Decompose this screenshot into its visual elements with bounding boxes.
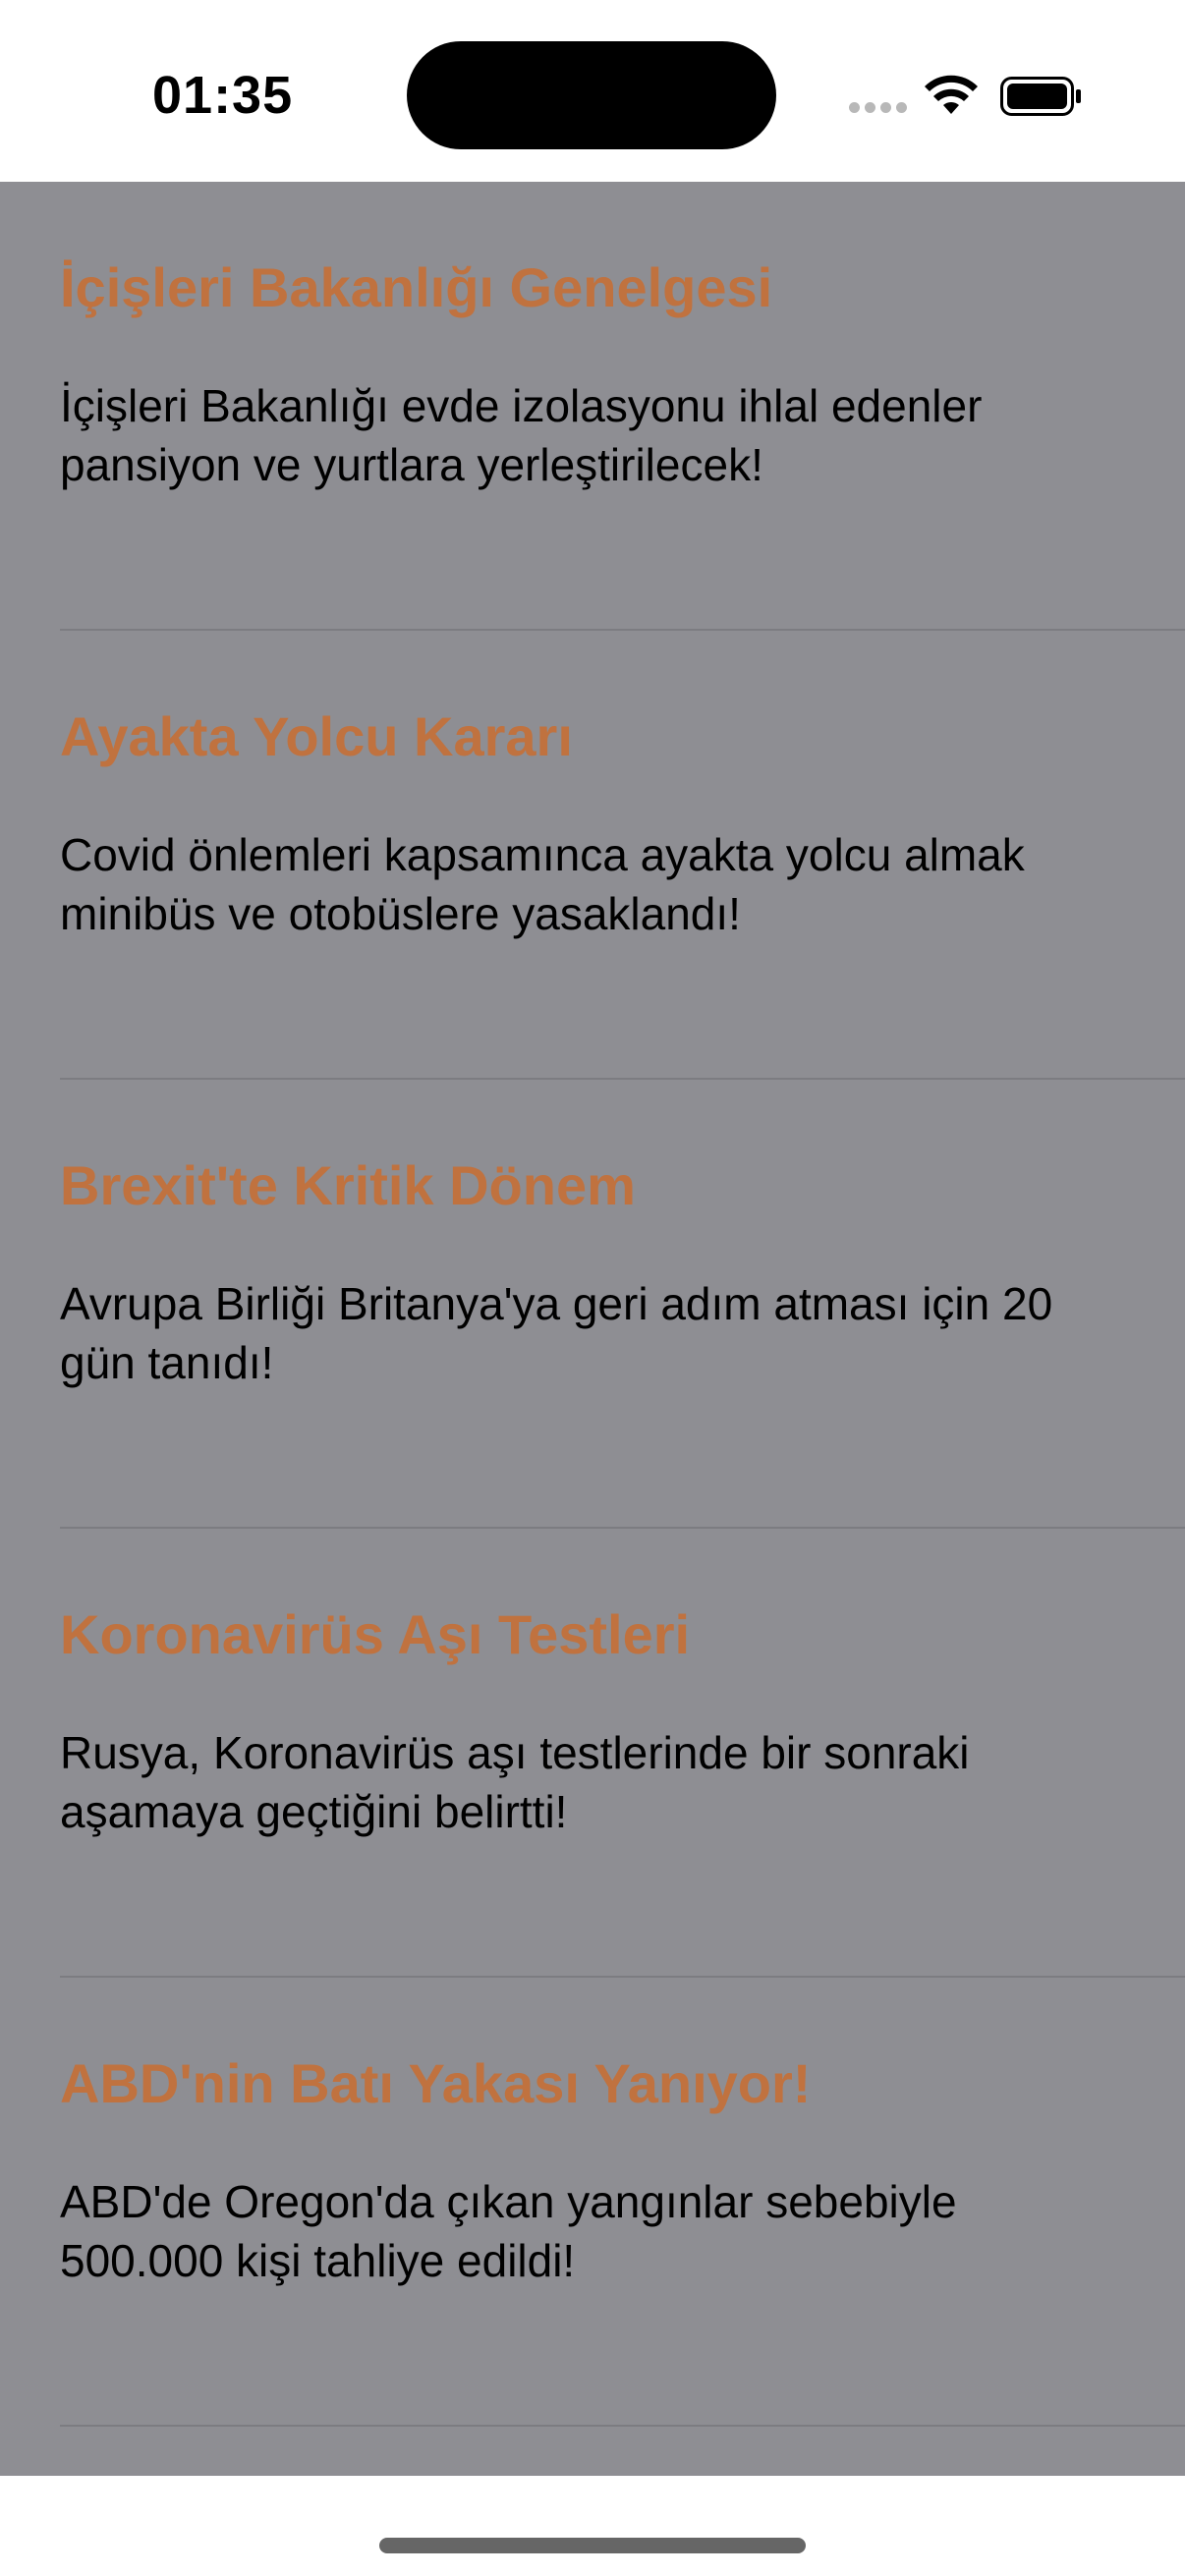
status-time: 01:35 [152,66,294,125]
news-list-item[interactable]: Ayakta Yolcu Kararı Covid önlemleri kaps… [0,631,1185,1080]
cellular-signal-icon [849,102,908,116]
row-separator [60,2425,1185,2427]
news-description: Rusya, Koronavirüs aşı testlerinde bir s… [60,1727,970,1837]
news-list-item[interactable]: ABD'nin Batı Yakası Yanıyor! ABD'de Oreg… [0,1978,1185,2427]
news-list-item[interactable]: Brexit'te Kritik Dönem Avrupa Birliği Br… [0,1080,1185,1529]
news-description: İçişleri Bakanlığı evde izolasyonu ihlal… [60,380,983,490]
news-title: İçişleri Bakanlığı Genelgesi [60,256,773,318]
news-list-item[interactable]: Koronavirüs Aşı Testleri Rusya, Koronavi… [0,1529,1185,1978]
news-description: Avrupa Birliği Britanya'ya geri adım atm… [60,1278,1053,1388]
news-description: ABD'de Oregon'da çıkan yangınlar sebebiy… [60,2176,957,2286]
news-title: Ayakta Yolcu Kararı [60,705,573,767]
news-title: ABD'nin Batı Yakası Yanıyor! [60,2052,812,2114]
news-title: Brexit'te Kritik Dönem [60,1154,636,1216]
home-area [0,2476,1185,2576]
news-title: Koronavirüs Aşı Testleri [60,1603,691,1665]
status-bar: 01:35 [0,0,1185,182]
news-list-item[interactable]: İçişleri Bakanlığı Genelgesi İçişleri Ba… [0,182,1185,631]
battery-icon [1000,77,1081,116]
news-list[interactable]: İçişleri Bakanlığı Genelgesi İçişleri Ba… [0,182,1185,2476]
news-description: Covid önlemleri kapsamınca ayakta yolcu … [60,829,1025,939]
dynamic-island [407,41,776,149]
wifi-icon [925,75,978,114]
home-indicator[interactable] [379,2538,806,2553]
